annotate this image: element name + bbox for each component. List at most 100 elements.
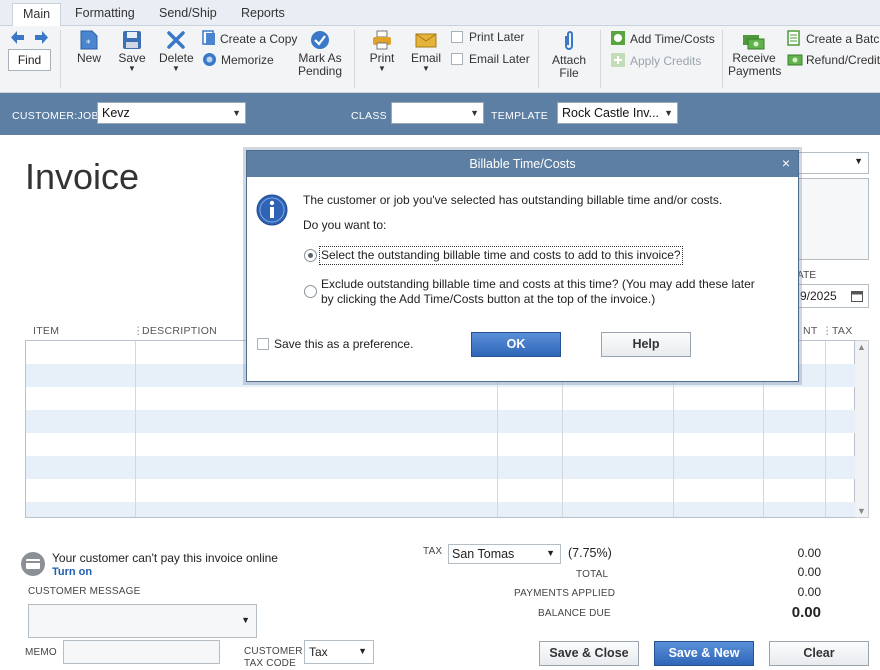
toolbar-divider	[60, 30, 61, 88]
dialog-title: Billable Time/Costs	[469, 157, 576, 171]
chevron-down-icon: ▼	[470, 108, 479, 118]
column-divider	[135, 341, 136, 517]
help-button[interactable]: Help	[601, 332, 691, 357]
customer-job-dropdown[interactable]: Kevz ▼	[97, 102, 246, 124]
clear-button[interactable]: Clear	[769, 641, 869, 666]
payments-applied-amount: 0.00	[797, 585, 821, 599]
save-button[interactable]: Save ▼	[116, 30, 148, 73]
radio-exclude-billable[interactable]	[304, 285, 317, 298]
print-dropdown-caret[interactable]: ▼	[367, 65, 397, 73]
delete-button[interactable]: Delete ▼	[159, 30, 194, 73]
chevron-down-icon: ▼	[664, 108, 673, 118]
close-icon[interactable]: ×	[782, 155, 790, 171]
turn-on-online-payment-link[interactable]: Turn on	[52, 566, 92, 578]
dialog-prompt: Do you want to:	[303, 218, 387, 232]
email-later-check[interactable]	[451, 53, 463, 65]
receive-payments-button[interactable]: Receive Payments	[728, 30, 781, 78]
print-later-check[interactable]	[451, 31, 463, 43]
new-document-icon: *	[80, 30, 98, 50]
info-icon	[256, 194, 288, 226]
customer-job-label: CUSTOMER:JOB	[12, 110, 99, 122]
column-header-item[interactable]: ITEM	[33, 325, 59, 337]
email-button[interactable]: Email ▼	[409, 30, 443, 73]
ribbon-tab-bar: Main Formatting Send/Ship Reports	[0, 0, 880, 27]
save-and-new-button[interactable]: Save & New	[654, 641, 754, 666]
customer-message-label: CUSTOMER MESSAGE	[28, 586, 141, 597]
dialog-title-bar: Billable Time/Costs ×	[247, 151, 798, 177]
date-field[interactable]: 9/2025	[795, 284, 869, 308]
ship-to-address-box[interactable]	[795, 178, 869, 260]
memorize-button[interactable]: Memorize	[202, 52, 274, 67]
new-button[interactable]: * New	[74, 30, 104, 65]
apply-credits-icon	[611, 53, 625, 67]
print-button[interactable]: Print ▼	[367, 30, 397, 73]
date-label: ATE	[797, 270, 817, 281]
save-and-close-button[interactable]: Save & Close	[539, 641, 639, 666]
scroll-up-arrow-icon[interactable]: ▲	[857, 342, 866, 352]
email-later-checkbox[interactable]: Email Later	[451, 52, 530, 66]
print-later-checkbox[interactable]: Print Later	[451, 30, 524, 44]
add-time-costs-button[interactable]: Add Time/Costs	[610, 30, 715, 46]
dialog-message: The customer or job you've selected has …	[303, 193, 723, 207]
memorize-icon	[203, 53, 216, 66]
page-title: Invoice	[25, 156, 140, 197]
balance-due-amount: 0.00	[791, 604, 821, 621]
tax-label: TAX	[423, 546, 443, 557]
online-payment-notice: Your customer can't pay this invoice onl…	[52, 551, 278, 565]
refund-credit-button[interactable]: Refund/Credit	[787, 52, 880, 67]
column-header-amount[interactable]: NT	[803, 325, 818, 337]
next-arrow-icon[interactable]	[34, 31, 48, 44]
terms-dropdown[interactable]: ▼	[795, 152, 869, 174]
tab-reports[interactable]: Reports	[231, 3, 295, 26]
table-row[interactable]	[26, 433, 856, 456]
previous-arrow-icon[interactable]	[11, 31, 25, 44]
delete-dropdown-caret[interactable]: ▼	[159, 65, 193, 73]
save-preference-checkbox[interactable]	[257, 338, 269, 350]
calendar-icon[interactable]	[851, 290, 863, 302]
table-row[interactable]	[26, 456, 856, 479]
column-header-description[interactable]: DESCRIPTION	[142, 325, 217, 337]
memo-label: MEMO	[25, 647, 57, 658]
option-exclude-billable-label[interactable]: Exclude outstanding billable time and co…	[321, 277, 755, 307]
customer-message-dropdown[interactable]: ▼	[28, 604, 257, 638]
table-row[interactable]	[26, 479, 856, 502]
checkmark-badge-icon	[311, 31, 329, 49]
tax-item-dropdown[interactable]: San Tomas ▼	[448, 544, 561, 564]
table-row[interactable]	[26, 502, 856, 517]
ok-button[interactable]: OK	[471, 332, 561, 357]
grid-scrollbar[interactable]: ▲ ▼	[855, 340, 869, 518]
chevron-down-icon: ▼	[854, 156, 863, 166]
table-row[interactable]	[26, 410, 856, 433]
tab-send-ship[interactable]: Send/Ship	[149, 3, 227, 26]
tab-main[interactable]: Main	[12, 3, 62, 27]
total-amount: 0.00	[797, 565, 821, 579]
memo-field[interactable]	[63, 640, 220, 664]
option-select-billable-label[interactable]: Select the outstanding billable time and…	[319, 246, 683, 265]
save-preference-label[interactable]: Save this as a preference.	[274, 337, 413, 352]
attach-file-button[interactable]: Attach File	[549, 30, 589, 80]
find-button[interactable]: Find	[8, 49, 51, 71]
create-batch-button[interactable]: Create a Batch	[787, 30, 880, 46]
toolbar-divider	[600, 30, 601, 88]
column-header-tax[interactable]: TAX	[832, 325, 853, 337]
balance-due-label: BALANCE DUE	[538, 608, 611, 619]
chevron-down-icon: ▼	[358, 646, 367, 656]
envelope-icon	[415, 33, 437, 48]
tab-formatting[interactable]: Formatting	[65, 3, 145, 26]
template-dropdown[interactable]: Rock Castle Inv... ▼	[557, 102, 678, 124]
column-divider	[825, 341, 826, 517]
tax-rate: (7.75%)	[568, 546, 612, 560]
save-dropdown-caret[interactable]: ▼	[116, 65, 148, 73]
customer-tax-code-dropdown[interactable]: Tax ▼	[304, 640, 374, 664]
class-dropdown[interactable]: ▼	[391, 102, 484, 124]
create-copy-button[interactable]: Create a Copy	[202, 30, 297, 46]
radio-select-billable[interactable]	[304, 249, 317, 262]
invoice-header-band: CUSTOMER:JOB Kevz ▼ CLASS ▼ TEMPLATE Roc…	[0, 93, 880, 135]
total-label: TOTAL	[576, 569, 609, 580]
copy-document-icon	[202, 30, 215, 45]
apply-credits-button[interactable]: Apply Credits	[610, 52, 701, 68]
mark-as-pending-button[interactable]: Mark As Pending	[296, 30, 344, 78]
table-row[interactable]	[26, 387, 856, 410]
scroll-down-arrow-icon[interactable]: ▼	[857, 506, 866, 516]
email-dropdown-caret[interactable]: ▼	[409, 65, 443, 73]
